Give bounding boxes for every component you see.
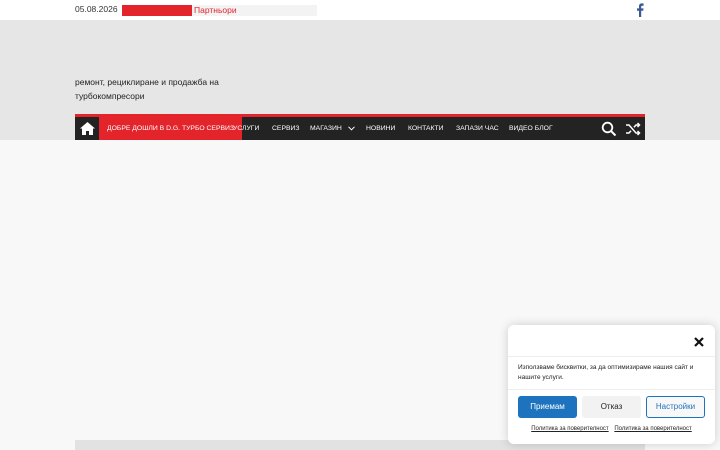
accept-button[interactable]: Приемам bbox=[518, 396, 577, 418]
divider bbox=[508, 356, 715, 357]
divider bbox=[508, 389, 715, 390]
privacy-policy-link[interactable]: Политика за поверителност bbox=[531, 426, 608, 432]
news-ticker: Партньори bbox=[122, 5, 317, 16]
privacy-policy-link[interactable]: Политика за поверителност bbox=[614, 426, 691, 432]
home-button[interactable] bbox=[75, 117, 99, 140]
nav-item-shop[interactable]: МАГАЗИН bbox=[310, 117, 355, 140]
deny-button[interactable]: Отказ bbox=[582, 396, 641, 418]
shuffle-icon[interactable] bbox=[625, 121, 641, 137]
settings-button[interactable]: Настройки bbox=[646, 396, 705, 418]
top-bar: 05.08.2026 Партньори bbox=[0, 0, 720, 20]
close-icon[interactable] bbox=[693, 336, 705, 348]
nav-item-book[interactable]: ЗАПАЗИ ЧАС bbox=[456, 117, 499, 140]
ticker-link[interactable]: Партньори bbox=[194, 5, 237, 16]
main-navigation: ДОБРЕ ДОШЛИ В D.G. ТУРБО СЕРВИЗ УСЛУГИ С… bbox=[75, 114, 645, 140]
home-icon bbox=[79, 122, 95, 135]
site-tagline: ремонт, рециклиране и продажба на турбок… bbox=[75, 77, 219, 101]
nav-item-services[interactable]: УСЛУГИ bbox=[233, 117, 259, 140]
nav-item-service[interactable]: СЕРВИЗ bbox=[272, 117, 300, 140]
nav-item-shop-label: МАГАЗИН bbox=[310, 125, 342, 132]
facebook-icon[interactable] bbox=[634, 3, 646, 17]
cookie-message: Използваме бисквитки, за да оптимизираме… bbox=[518, 364, 694, 381]
search-icon[interactable] bbox=[601, 121, 617, 137]
cookie-consent-dialog: Използваме бисквитки, за да оптимизираме… bbox=[508, 325, 715, 444]
policy-links: Политика за поверителност Политика за по… bbox=[508, 426, 715, 432]
nav-item-welcome[interactable]: ДОБРЕ ДОШЛИ В D.G. ТУРБО СЕРВИЗ bbox=[99, 117, 243, 140]
ticker-label bbox=[122, 5, 192, 16]
nav-item-news[interactable]: НОВИНИ bbox=[366, 117, 395, 140]
nav-item-contacts[interactable]: КОНТАКТИ bbox=[408, 117, 444, 140]
chevron-down-icon bbox=[347, 126, 355, 131]
date: 05.08.2026 bbox=[75, 4, 118, 14]
nav-item-video-blog[interactable]: ВИДЕО БЛОГ bbox=[509, 117, 553, 140]
